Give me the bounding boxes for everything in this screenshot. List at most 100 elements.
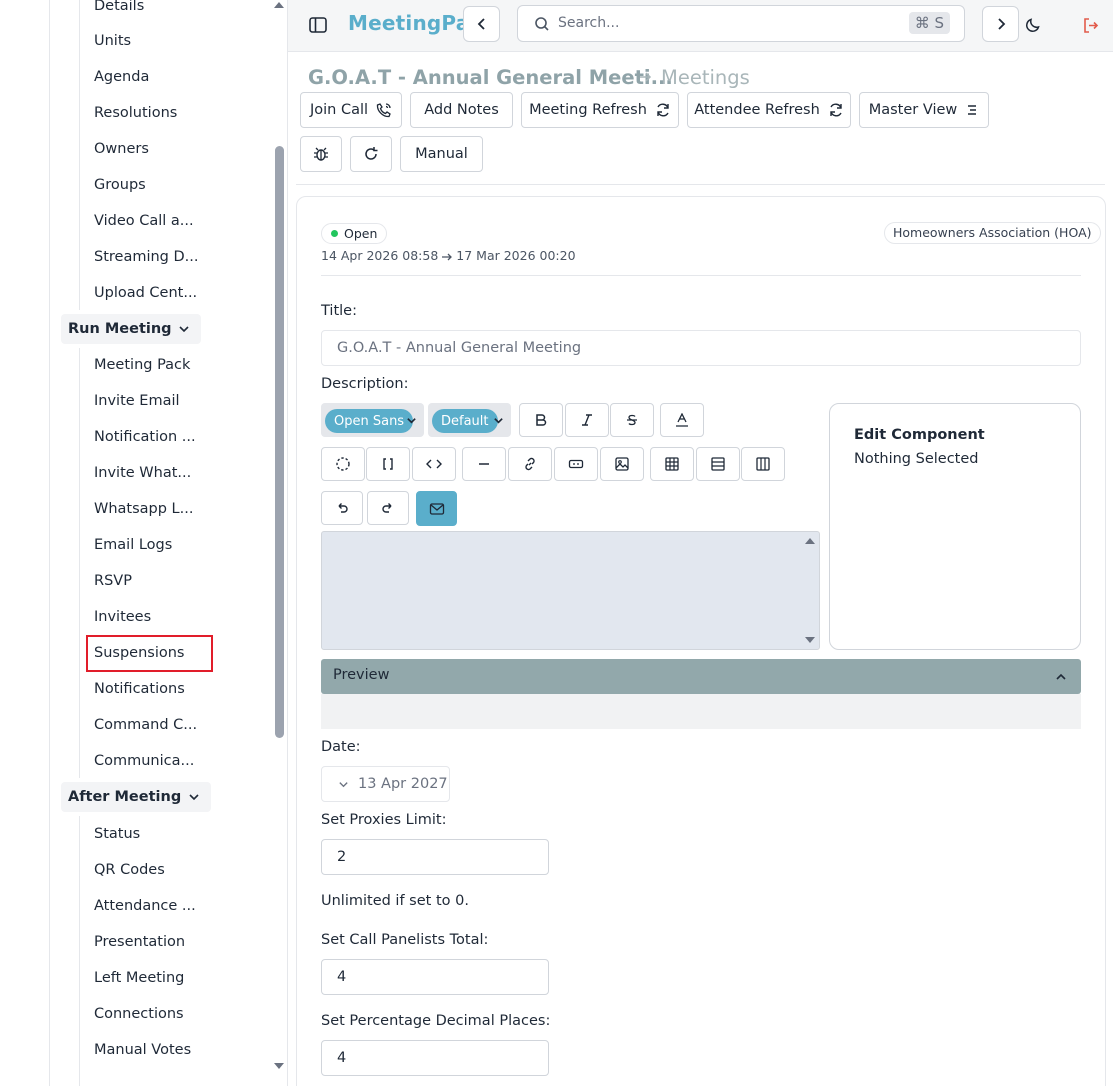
rows-button[interactable] [696,447,740,481]
header-divider [296,184,1105,185]
strikethrough-button[interactable] [610,403,654,437]
chevron-down-icon[interactable] [406,415,417,426]
scroll-down-arrow-icon[interactable] [274,1063,284,1069]
sidebar-item-status[interactable]: Status [94,824,140,844]
title-field[interactable]: G.O.A.T - Annual General Meeting [321,330,1081,366]
preview-accordion-header[interactable]: Preview [321,659,1081,694]
scroll-up-arrow-icon[interactable] [274,2,284,8]
breadcrumb-meetings[interactable]: Meetings [661,66,750,89]
horizontal-rule-button[interactable] [462,447,506,481]
status-dot [331,230,338,237]
manual-button[interactable]: Manual [400,136,483,172]
font-family-pill[interactable]: Open Sans [325,409,414,433]
sidebar-item-units[interactable]: Units [94,31,131,51]
sidebar-item-streaming[interactable]: Streaming D... [94,247,199,267]
app-logo[interactable]: MeetingPal [348,11,476,35]
logout-icon[interactable] [1079,14,1101,36]
redo-button[interactable] [367,491,409,525]
sidebar-item-manual-votes[interactable]: Manual Votes [94,1040,191,1060]
join-call-button[interactable]: Join Call [300,92,402,128]
sidebar-item-command-center[interactable]: Command C... [94,715,197,735]
sidebar-item-rsvp[interactable]: RSVP [94,571,132,591]
font-size-pill[interactable]: Default [432,409,498,433]
scroll-up-arrow-icon[interactable] [805,538,815,544]
table-button[interactable] [650,447,694,481]
image-button[interactable] [600,447,644,481]
decimal-places-input[interactable]: 4 [321,1040,549,1076]
sidebar-item-presentation[interactable]: Presentation [94,932,185,952]
sidebar-item-owners[interactable]: Owners [94,139,149,159]
sidebar-item-left-meeting[interactable]: Left Meeting [94,968,184,988]
chevron-down-icon[interactable] [493,415,504,426]
columns-button[interactable] [741,447,785,481]
back-button[interactable] [463,6,500,42]
sidebar-item-notifications[interactable]: Notifications [94,679,185,699]
meeting-refresh-label: Meeting Refresh [529,102,647,118]
sidebar-group-after-meeting[interactable]: After Meeting [61,782,211,812]
attendee-refresh-button[interactable]: Attendee Refresh [687,92,851,128]
sidebar-group-run-meeting[interactable]: Run Meeting [61,314,201,344]
search-input[interactable]: Search... ⌘ S [517,5,965,42]
brackets-button[interactable] [366,447,410,481]
sidebar-item-notification[interactable]: Notification ... [94,427,196,447]
sidebar-item-communications[interactable]: Communica... [94,751,194,771]
date-label: Date: [321,739,361,755]
reload-button[interactable] [350,136,392,172]
code-button[interactable] [412,447,456,481]
italic-button[interactable] [565,403,609,437]
text-color-button[interactable] [660,403,704,437]
italic-icon [582,414,592,426]
forward-button[interactable] [982,6,1019,42]
bug-icon [314,147,328,161]
proxies-label: Set Proxies Limit: [321,812,447,828]
add-notes-label: Add Notes [424,102,499,118]
sidebar-item-invitees[interactable]: Invitees [94,607,151,627]
proxies-limit-input[interactable]: 2 [321,839,549,875]
sidebar-item-invite-whatsapp[interactable]: Invite What... [94,463,191,483]
scroll-down-arrow-icon[interactable] [805,637,815,643]
panelists-total-input[interactable]: 4 [321,959,549,995]
master-view-button[interactable]: Master View [859,92,989,128]
date-picker[interactable]: 13 Apr 2027 [321,766,450,802]
button-insert-button[interactable] [554,447,598,481]
sidebar-item-agenda[interactable]: Agenda [94,67,149,87]
sidebar-item-invite-email[interactable]: Invite Email [94,391,180,411]
sidebar-item-email-logs[interactable]: Email Logs [94,535,172,555]
sidebar-item-qr-codes[interactable]: QR Codes [94,860,165,880]
sidebar-item-meeting-pack[interactable]: Meeting Pack [94,355,190,375]
sidebar-item-connections[interactable]: Connections [94,1004,184,1024]
sidebar-item-resolutions[interactable]: Resolutions [94,103,177,123]
add-notes-button[interactable]: Add Notes [410,92,513,128]
chevron-down-icon [178,323,190,335]
sidebar-item-whatsapp-logs[interactable]: Whatsapp L... [94,499,193,519]
sidebar-item-groups[interactable]: Groups [94,175,146,195]
search-shortcut: ⌘ S [908,12,950,34]
image-icon [615,457,629,471]
dashed-circle-icon [336,457,350,471]
description-label: Description: [321,376,409,392]
sidebar-item-upload-center[interactable]: Upload Cent... [94,283,197,303]
rows-icon [711,457,725,471]
sidebar-item-video-call[interactable]: Video Call a... [94,211,194,231]
email-mode-button[interactable] [416,491,457,526]
undo-button[interactable] [321,491,363,525]
bold-button[interactable] [519,403,563,437]
sidebar-item-attendance[interactable]: Attendance ... [94,896,196,916]
sidebar-toggle-icon[interactable] [306,13,330,37]
sidebar-item-details[interactable]: Details [94,0,144,16]
proxies-help-text: Unlimited if set to 0. [321,893,469,909]
meeting-end: 17 Mar 2026 00:20 [456,248,576,263]
link-button[interactable] [508,447,552,481]
search-icon [534,16,550,32]
description-editor[interactable] [321,531,820,650]
highlight-box [86,635,213,672]
meeting-date-range: 14 Apr 2026 08:58 17 Mar 2026 00:20 [321,248,576,263]
sidebar-group-label: Run Meeting [68,321,172,337]
theme-toggle-moon-icon[interactable] [1022,14,1044,36]
debug-button[interactable] [300,136,342,172]
meeting-refresh-button[interactable]: Meeting Refresh [521,92,679,128]
sidebar-scrollbar-thumb[interactable] [275,146,284,738]
join-call-label: Join Call [309,102,369,118]
select-area-button[interactable] [321,447,365,481]
table-icon [665,457,679,471]
